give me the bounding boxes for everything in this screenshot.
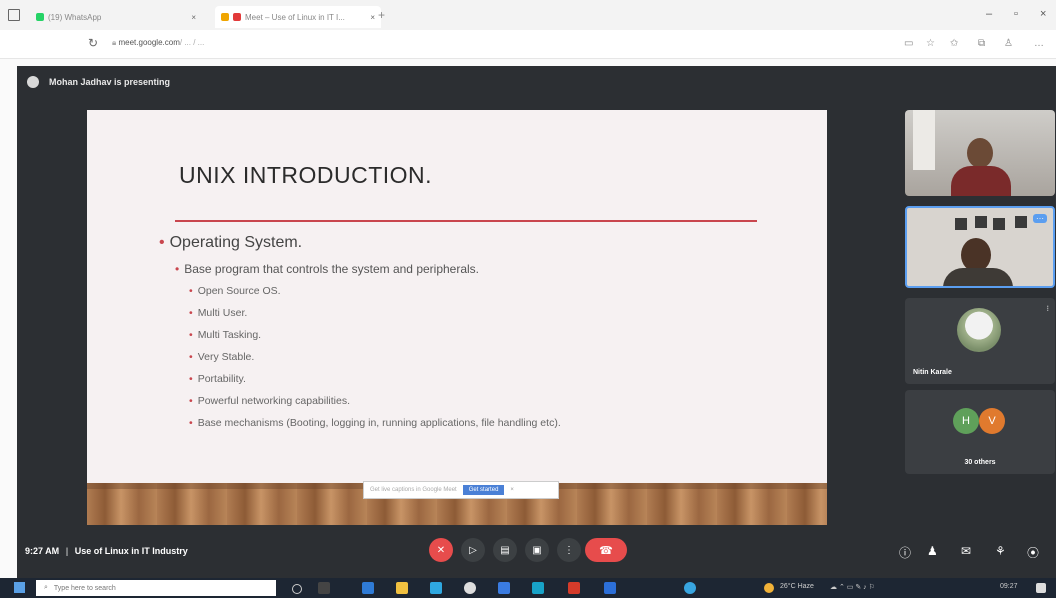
bullet-level-1: • Operating System.	[159, 234, 303, 251]
people-icon[interactable]: ♟	[927, 544, 938, 558]
bullet-level-3: • Portability.	[189, 373, 246, 385]
app-icon[interactable]	[430, 582, 442, 594]
favorites-bar-icon[interactable]: ✩	[950, 38, 958, 49]
participant-avatar	[957, 308, 1001, 352]
slide-divider	[175, 220, 757, 222]
tab-label: (19) WhatsApp	[48, 12, 102, 22]
tab-close-icon[interactable]: ×	[370, 13, 375, 22]
profile-icon[interactable]: ♙	[1004, 38, 1013, 49]
avatar: H	[953, 408, 979, 434]
cortana-icon[interactable]	[292, 584, 302, 594]
edge-icon[interactable]	[532, 582, 544, 594]
leave-call-button[interactable]: ☎︎	[585, 538, 627, 562]
windows-taskbar: ⌕ Type here to search 26°C Haze ☁ ⌃ ▭ ✎ …	[0, 578, 1056, 598]
captions-button[interactable]: ▤	[493, 538, 517, 562]
camera-off-button[interactable]: ▷	[461, 538, 485, 562]
taskbar-clock[interactable]: 09:27	[1000, 583, 1018, 590]
presentation-slide: UNIX INTRODUCTION. • Operating System. • B…	[87, 110, 827, 525]
chat-icon[interactable]: ✉	[961, 544, 971, 558]
browser-tab-bar: (19) WhatsApp × Meet – Use of Linux in I…	[0, 0, 1056, 30]
participant-video	[961, 238, 991, 272]
notification-icon[interactable]	[1036, 583, 1046, 593]
windows-start-icon[interactable]	[14, 582, 25, 593]
present-button[interactable]: ▣	[525, 538, 549, 562]
video-off-icon: ▷	[469, 544, 477, 556]
chrome-icon[interactable]	[464, 582, 476, 594]
app-icon[interactable]	[684, 582, 696, 594]
mic-off-icon: ✕	[436, 544, 446, 556]
favorites-icon[interactable]: ☆	[926, 38, 935, 49]
captions-prompt: Get live captions in Google Meet Get sta…	[363, 481, 559, 499]
office-icon[interactable]	[568, 582, 580, 594]
tab-whatsapp[interactable]: (19) WhatsApp ×	[36, 6, 196, 28]
presenter-avatar-icon	[27, 76, 39, 88]
avatar: V	[979, 408, 1005, 434]
bullet-level-3: • Multi Tasking.	[189, 329, 262, 341]
file-explorer-icon[interactable]	[396, 582, 408, 594]
url-field[interactable]: 🔒︎ meet.google.com/ ... / ...	[112, 38, 204, 48]
present-icon: ▣	[532, 544, 542, 556]
tab-label: Meet – Use of Linux in IT I...	[245, 12, 345, 22]
bullet-level-3: • Open Source OS.	[189, 285, 281, 297]
host-controls-icon[interactable]: ⦿	[1027, 544, 1039, 561]
participant-tile[interactable]	[905, 110, 1055, 196]
app-icon[interactable]	[362, 582, 374, 594]
meet-icon	[233, 13, 241, 21]
tab-close-icon[interactable]: ×	[191, 13, 196, 22]
presenting-text: Mohan Jadhav is presenting	[49, 77, 171, 87]
tab-actions-icon[interactable]	[8, 9, 20, 21]
participant-tile[interactable]: ⁝ Nitin Karale	[905, 298, 1055, 384]
camera-icon[interactable]: ▭	[904, 38, 913, 49]
whatsapp-icon	[36, 13, 44, 21]
address-bar-row: ↻ 🔒︎ meet.google.com/ ... / ... ▭ ☆ ✩ ⧉ …	[0, 30, 1056, 59]
more-icon[interactable]: …	[1034, 38, 1044, 49]
end-call-icon: ☎︎	[599, 544, 613, 557]
app-icon[interactable]	[604, 582, 616, 594]
bullet-level-3: • Powerful networking capabilities.	[189, 395, 351, 407]
bullet-level-2: • Base program that controls the system a…	[175, 262, 480, 276]
search-icon: ⌕	[44, 584, 48, 591]
maximize-button[interactable]: ▫	[1014, 8, 1018, 20]
participant-video	[967, 138, 993, 168]
recording-icon	[221, 13, 229, 21]
tile-options-icon[interactable]: ⋯	[1033, 214, 1047, 223]
bullet-level-3: • Multi User.	[189, 307, 248, 319]
others-tile[interactable]: H V 30 others	[905, 390, 1055, 474]
meeting-time-title: 9:27 AM | Use of Linux in IT Industry	[25, 546, 188, 556]
participant-tile-active[interactable]: ⋯	[905, 206, 1055, 288]
captions-icon: ▤	[500, 544, 510, 556]
tray-icons[interactable]: ☁ ⌃ ▭ ✎ ♪ ⚐	[830, 583, 875, 591]
refresh-icon[interactable]: ↻	[88, 36, 98, 50]
new-tab-button[interactable]: +	[378, 8, 385, 22]
captions-get-started-button[interactable]: Get started	[462, 485, 505, 495]
more-vert-icon: ⋮	[564, 544, 574, 556]
captions-close-icon[interactable]: ×	[510, 487, 514, 493]
app-icon[interactable]	[498, 582, 510, 594]
close-window-button[interactable]: ×	[1040, 8, 1046, 20]
slide-title: UNIX INTRODUCTION.	[179, 162, 433, 188]
bullet-level-3: • Very Stable.	[189, 351, 255, 363]
activities-icon[interactable]: ⚘	[995, 544, 1006, 558]
info-icon[interactable]: ⓘ	[899, 544, 911, 561]
bullet-level-3: • Base mechanisms (Booting, logging in, r…	[189, 417, 561, 429]
meet-window: Mohan Jadhav is presenting UNIX INTRODUC…	[17, 66, 1056, 578]
presenting-banner: Mohan Jadhav is presenting	[27, 76, 170, 88]
taskbar-search[interactable]: ⌕ Type here to search	[36, 580, 276, 596]
weather-text: 26°C Haze	[780, 583, 814, 590]
weather-icon	[764, 583, 774, 593]
task-view-icon[interactable]	[318, 582, 330, 594]
mic-off-icon: ⁝	[1046, 304, 1049, 313]
mic-off-button[interactable]: ✕	[429, 538, 453, 562]
collections-icon[interactable]: ⧉	[978, 38, 985, 49]
tab-meet[interactable]: Meet – Use of Linux in IT I... ×	[215, 6, 381, 28]
more-options-button[interactable]: ⋮	[557, 538, 581, 562]
minimize-button[interactable]: –	[986, 8, 992, 20]
